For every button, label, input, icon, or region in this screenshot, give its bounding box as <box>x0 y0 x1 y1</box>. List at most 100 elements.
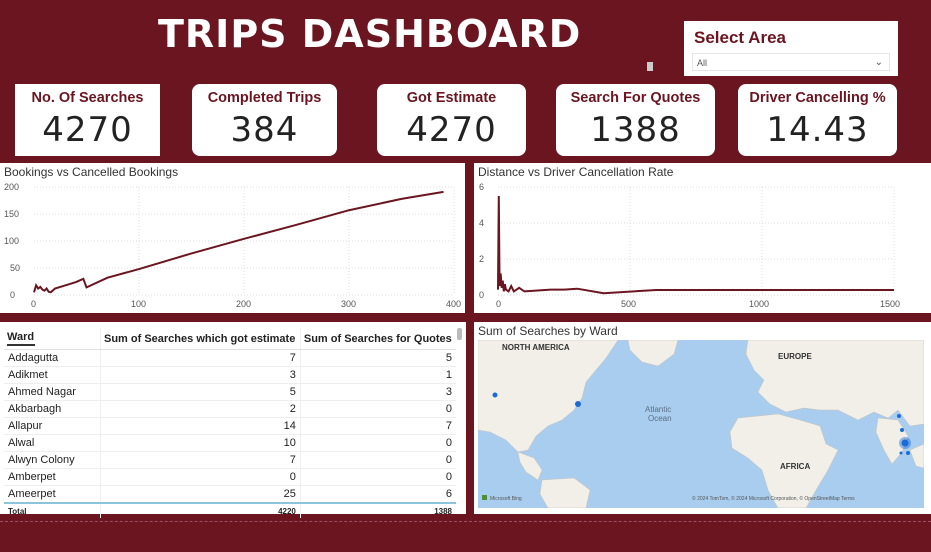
estimate-cell: 3 <box>100 366 301 384</box>
column-header-estimate[interactable]: Sum of Searches which got estimate <box>100 328 301 350</box>
column-header-ward[interactable]: Ward <box>4 328 101 350</box>
quotes-cell: 6 <box>299 485 456 504</box>
world-map[interactable]: NORTH AMERICA EUROPE Atlantic Ocean AFRI… <box>478 340 924 508</box>
landmass-africa <box>729 413 839 508</box>
ward-cell: Allapur <box>4 417 101 435</box>
map-label-atlantic: Atlantic <box>645 405 671 414</box>
estimate-cell: 2 <box>100 400 301 418</box>
quotes-cell: 0 <box>299 434 456 452</box>
quotes-cell: 3 <box>299 383 456 401</box>
map-panel[interactable]: Sum of Searches by Ward NORTH AMERICA EU… <box>474 322 931 514</box>
map-label-europe: EUROPE <box>778 352 812 361</box>
dropdown-value: All <box>697 58 708 68</box>
landmass-north-america <box>478 340 619 453</box>
kpi-card-search-for-quotes: Search For Quotes 1388 <box>556 84 715 156</box>
map-credits[interactable]: © 2024 TomTom, © 2024 Microsoft Corporat… <box>692 495 855 502</box>
y-tick: 4 <box>479 218 484 228</box>
y-tick: 2 <box>479 254 484 264</box>
table-row[interactable]: Ahmed Nagar 5 3 <box>4 383 456 401</box>
quotes-cell: 1 <box>299 366 456 384</box>
landmass-southeast-asia <box>909 443 924 469</box>
total-label: Total <box>4 502 101 518</box>
map-title: Sum of Searches by Ward <box>478 324 618 338</box>
map-bubble[interactable] <box>897 414 901 418</box>
kpi-label: No. Of Searches <box>31 90 144 106</box>
estimate-cell: 7 <box>100 451 301 469</box>
kpi-card-driver-cancelling: Driver Cancelling % 14.43 <box>738 84 897 156</box>
table-header-row: Ward Sum of Searches which got estimate … <box>4 328 456 350</box>
kpi-card-searches: No. Of Searches 4270 <box>15 84 160 156</box>
ward-cell: Ahmed Nagar <box>4 383 101 401</box>
table-row[interactable]: Alwal 10 0 <box>4 434 456 452</box>
x-tick: 200 <box>236 299 251 309</box>
ward-cell: Ameerpet <box>4 485 101 504</box>
y-tick: 200 <box>4 182 19 192</box>
y-tick: 50 <box>10 263 20 273</box>
estimate-cell: 25 <box>100 485 301 504</box>
map-bubble[interactable] <box>901 439 909 447</box>
quotes-cell: 0 <box>299 451 456 469</box>
map-label-ocean: Ocean <box>648 414 672 423</box>
x-tick: 300 <box>341 299 356 309</box>
table-row[interactable]: Alwyn Colony 7 0 <box>4 451 456 469</box>
ward-cell: Amberpet <box>4 468 101 486</box>
ward-table-panel[interactable]: Ward Sum of Searches which got estimate … <box>0 322 466 518</box>
area-dropdown[interactable]: All ⌄ <box>692 53 890 71</box>
estimate-cell: 5 <box>100 383 301 401</box>
chevron-down-icon: ⌄ <box>874 57 883 68</box>
y-tick: 0 <box>10 290 15 300</box>
kpi-card-got-estimate: Got Estimate 4270 <box>377 84 526 156</box>
map-bubble[interactable] <box>575 401 581 407</box>
ward-table: Ward Sum of Searches which got estimate … <box>4 328 456 518</box>
kpi-card-completed-trips: Completed Trips 384 <box>192 84 337 156</box>
scroll-marker <box>647 62 653 71</box>
landmass-eurasia <box>745 340 924 427</box>
distance-chart: 6 4 2 0 0 500 1000 1500 <box>479 182 900 309</box>
estimate-cell: 0 <box>100 468 301 486</box>
landmass-south-america <box>539 477 591 508</box>
map-bubble[interactable] <box>906 451 910 455</box>
bing-label: Microsoft Bing <box>490 496 522 502</box>
total-estimate: 4220 <box>100 502 301 518</box>
y-tick: 0 <box>479 290 484 300</box>
table-scrollbar[interactable] <box>457 328 462 340</box>
map-bubble[interactable] <box>900 428 904 432</box>
kpi-value: 14.43 <box>766 110 869 150</box>
ward-cell: Akbarbagh <box>4 400 101 418</box>
bing-logo-icon <box>482 495 487 500</box>
map-bubble[interactable] <box>492 392 498 398</box>
ward-cell: Addagutta <box>4 349 101 367</box>
x-tick: 100 <box>131 299 146 309</box>
landmass-greenland <box>627 340 679 367</box>
bookings-chart-panel[interactable]: Bookings vs Cancelled Bookings 200 150 1… <box>0 163 465 313</box>
landmass-central-america <box>517 451 543 481</box>
x-tick: 0 <box>31 299 36 309</box>
table-row[interactable]: Akbarbagh 2 0 <box>4 400 456 418</box>
kpi-value: 4270 <box>42 110 133 150</box>
ward-cell: Alwyn Colony <box>4 451 101 469</box>
ward-cell: Alwal <box>4 434 101 452</box>
x-tick: 500 <box>621 299 636 309</box>
table-row[interactable]: Ameerpet 25 6 <box>4 485 456 504</box>
table-row[interactable]: Adikmet 3 1 <box>4 366 456 384</box>
slicer-label: Select Area <box>694 28 786 47</box>
kpi-label: Driver Cancelling % <box>749 90 886 106</box>
area-slicer[interactable]: Select Area All ⌄ <box>684 21 898 76</box>
kpi-label: Completed Trips <box>207 90 322 106</box>
series-line <box>497 195 894 295</box>
table-row[interactable]: Allapur 14 7 <box>4 417 456 435</box>
kpi-value: 384 <box>230 110 299 150</box>
map-bubble[interactable] <box>899 451 903 455</box>
bookings-chart: 200 150 100 50 0 0 100 200 300 400 <box>4 182 461 309</box>
x-tick: 400 <box>446 299 461 309</box>
table-row[interactable]: Amberpet 0 0 <box>4 468 456 486</box>
y-tick: 100 <box>4 236 19 246</box>
column-header-quotes[interactable]: Sum of Searches for Quotes <box>299 328 456 350</box>
y-tick: 150 <box>4 209 19 219</box>
kpi-value: 4270 <box>406 110 497 150</box>
distance-chart-panel[interactable]: Distance vs Driver Cancellation Rate 6 4… <box>474 163 931 313</box>
table-row[interactable]: Addagutta 7 5 <box>4 349 456 367</box>
kpi-label: Search For Quotes <box>570 90 701 106</box>
quotes-cell: 5 <box>299 349 456 367</box>
x-tick: 0 <box>496 299 501 309</box>
